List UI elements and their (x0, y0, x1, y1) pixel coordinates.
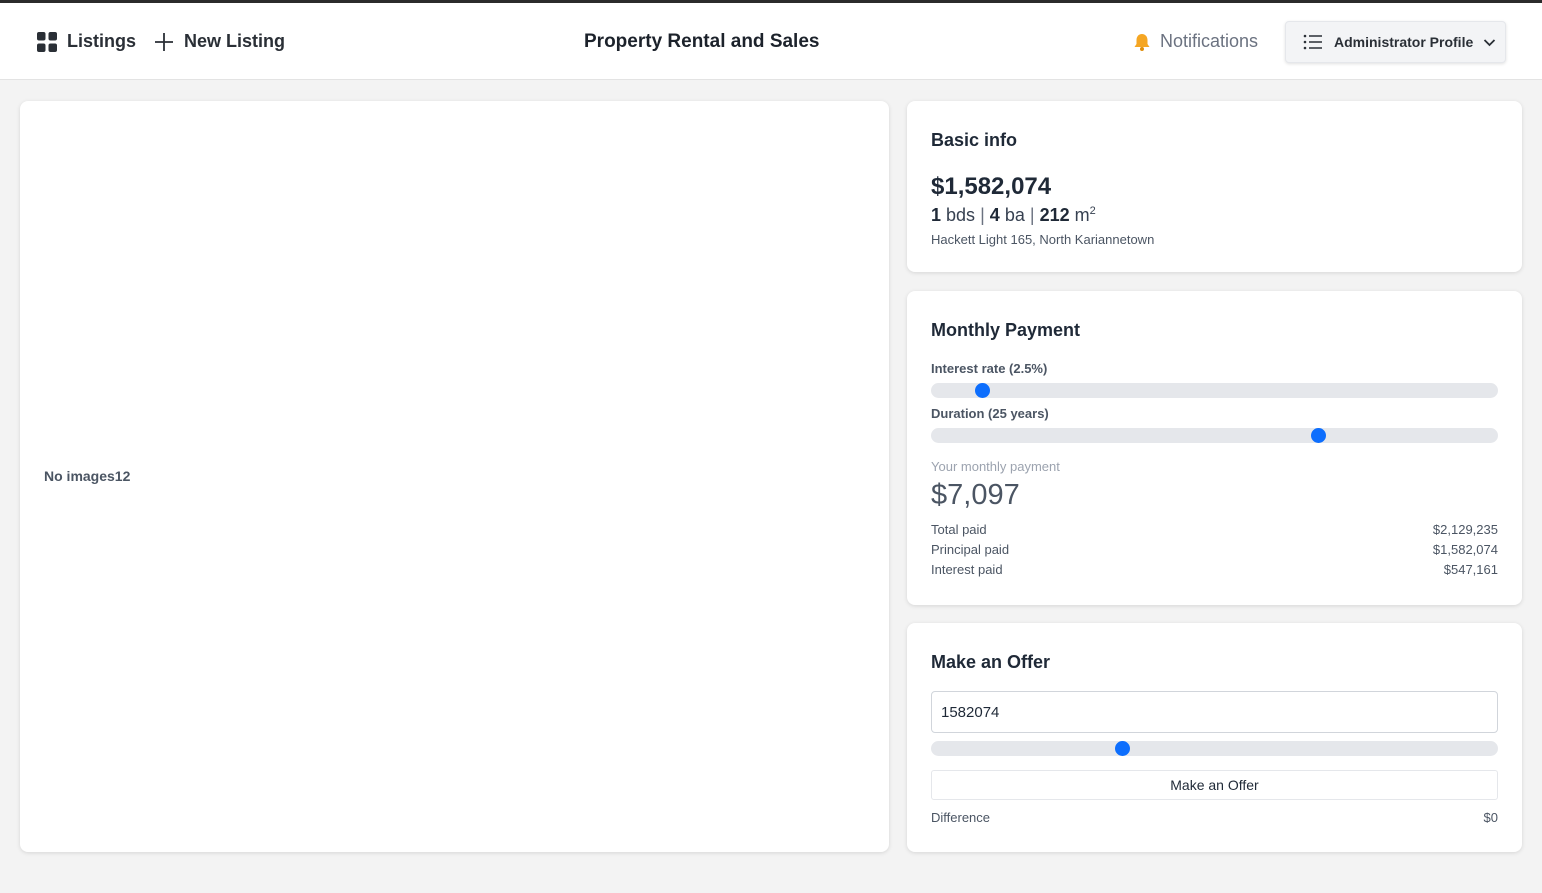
area-value: 212 (1039, 205, 1070, 225)
interest-rate-label: Interest rate (2.5%) (931, 361, 1048, 376)
duration-label: Duration (25 years) (931, 406, 1049, 421)
interest-rate-thumb[interactable] (975, 383, 991, 398)
new-listing-link[interactable]: New Listing (154, 31, 285, 52)
breakdown-row: Principal paid $1,582,074 (931, 542, 1498, 562)
nav-links: Listings New Listing (37, 3, 285, 80)
baths-unit: ba (1004, 205, 1025, 225)
monthly-payment-amount: $7,097 (931, 479, 1020, 511)
grid-icon (37, 31, 57, 52)
baths-count: 4 (989, 205, 1000, 225)
breakdown-value: $2,129,235 (1432, 522, 1498, 537)
make-offer-button[interactable]: Make an Offer (931, 770, 1498, 800)
offer-slider-thumb[interactable] (1115, 741, 1131, 756)
spec-divider: | (980, 205, 985, 225)
breakdown-label: Interest paid (931, 562, 1003, 577)
offer-difference: Difference $0 (931, 810, 1498, 825)
breakdown-row: Interest paid $547,161 (931, 562, 1498, 582)
duration-thumb[interactable] (1310, 428, 1326, 443)
bell-icon (1132, 32, 1152, 52)
new-listing-label: New Listing (184, 31, 286, 51)
offer-slider[interactable] (931, 741, 1498, 756)
breakdown-value: $1,582,074 (1432, 542, 1498, 557)
notifications-label: Notifications (1160, 31, 1259, 51)
notifications-link[interactable]: Notifications (1132, 3, 1258, 80)
top-navbar: Listings New Listing Property Rental and… (0, 3, 1542, 80)
monthly-payment-caption: Your monthly payment (931, 459, 1060, 474)
payment-breakdown: Total paid $2,129,235 Principal paid $1,… (931, 522, 1498, 582)
listing-specs: 1 bds | 4 ba | 212 m2 (931, 205, 1096, 226)
make-offer-card: Make an Offer Make an Offer Difference $… (907, 623, 1522, 852)
profile-dropdown-button[interactable]: Administrator Profile (1285, 21, 1506, 63)
plus-icon (154, 32, 174, 52)
listings-link[interactable]: Listings (37, 31, 136, 52)
difference-value: $0 (1483, 810, 1498, 825)
beds-count: 1 (931, 205, 942, 225)
profile-label: Administrator Profile (1334, 34, 1474, 50)
page-title: Property Rental and Sales (584, 30, 820, 52)
monthly-payment-card: Monthly Payment Interest rate (2.5%) Dur… (907, 291, 1522, 605)
basic-info-card: Basic info $1,582,074 1 bds | 4 ba | 212… (907, 101, 1522, 272)
image-gallery: No images12 (20, 101, 889, 852)
list-icon (1303, 34, 1323, 50)
no-images-text: No images12 (44, 468, 131, 484)
breakdown-value: $547,161 (1443, 562, 1498, 577)
breakdown-row: Total paid $2,129,235 (931, 522, 1498, 542)
breakdown-label: Principal paid (931, 542, 1010, 557)
offer-amount-input[interactable] (931, 691, 1498, 733)
listing-address: Hackett Light 165, North Kariannetown (931, 232, 1155, 247)
monthly-payment-heading: Monthly Payment (931, 320, 1081, 340)
listing-price: $1,582,074 (931, 173, 1052, 200)
difference-label: Difference (931, 810, 991, 825)
duration-slider[interactable] (931, 428, 1498, 443)
breakdown-label: Total paid (931, 522, 987, 537)
make-offer-heading: Make an Offer (931, 652, 1051, 672)
basic-info-heading: Basic info (931, 130, 1018, 150)
interest-rate-slider[interactable] (931, 383, 1498, 398)
chevron-down-icon (1483, 38, 1496, 47)
spec-divider: | (1029, 205, 1035, 225)
listings-label: Listings (67, 31, 137, 51)
beds-unit: bds (946, 205, 976, 225)
area-unit: m2 (1074, 205, 1096, 225)
